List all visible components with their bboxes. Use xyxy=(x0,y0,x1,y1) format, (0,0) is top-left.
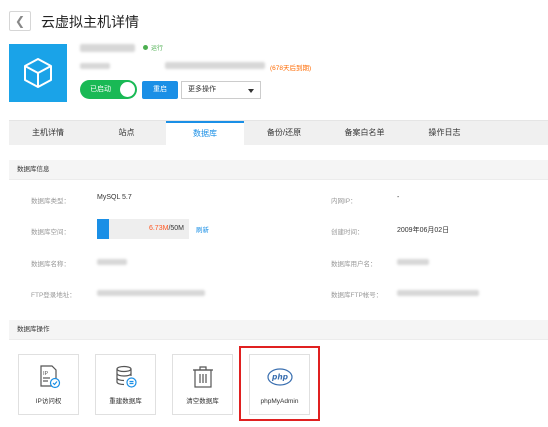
tab-database[interactable]: 数据库 xyxy=(166,121,244,146)
db-info-header: 数据库信息 xyxy=(9,160,548,180)
db-ftp-account-redacted xyxy=(397,290,479,296)
db-type-label: 数据库类型： xyxy=(31,198,70,205)
page-title: 云虚拟主机详情 xyxy=(41,14,139,30)
db-type-value: MySQL 5.7 xyxy=(97,194,132,201)
expiry-text: (678天后到期) xyxy=(270,65,312,72)
rebuild-db-card[interactable]: 重建数据库 xyxy=(95,354,156,415)
db-user-label: 数据库用户名： xyxy=(331,261,377,268)
status-dot xyxy=(143,45,148,50)
trash-icon xyxy=(192,366,213,388)
clear-db-card[interactable]: 清空数据库 xyxy=(172,354,233,415)
database-rebuild-icon xyxy=(115,365,137,388)
svg-text:IP: IP xyxy=(43,371,49,377)
more-actions-label: 更多操作 xyxy=(188,86,216,93)
tab-operation-log[interactable]: 操作日志 xyxy=(405,121,484,146)
tab-filing-whitelist[interactable]: 备案白名单 xyxy=(324,121,405,146)
ip-access-icon: IP xyxy=(39,365,60,389)
ip-access-card[interactable]: IP IP访问权 xyxy=(18,354,79,415)
ftp-address-redacted xyxy=(97,290,205,296)
db-space-usage-bar: 6.73M/50M xyxy=(97,219,189,239)
ftp-address-label: FTP登录地址： xyxy=(31,292,76,299)
clear-db-label: 清空数据库 xyxy=(186,398,219,405)
restart-button[interactable]: 重启 xyxy=(142,81,178,99)
intranet-ip-label: 内网IP： xyxy=(331,198,357,205)
created-time-label: 创建时间： xyxy=(331,229,364,236)
host-info-redacted xyxy=(165,62,265,69)
cube-icon xyxy=(9,44,67,102)
power-toggle[interactable]: 已启动 xyxy=(80,80,137,99)
back-button[interactable]: ❮ xyxy=(9,11,31,31)
intranet-ip-value: - xyxy=(397,194,400,201)
db-name-redacted xyxy=(97,259,127,265)
refresh-link[interactable]: 刷新 xyxy=(196,224,209,234)
db-space-label: 数据库空间： xyxy=(31,229,70,236)
tab-backup-restore[interactable]: 备份/还原 xyxy=(244,121,324,146)
chevron-left-icon: ❮ xyxy=(14,14,26,28)
db-ops-header: 数据库操作 xyxy=(9,320,548,340)
caret-down-icon xyxy=(248,89,254,93)
created-time-value: 2009年06月02日 xyxy=(397,227,450,234)
toggle-label: 已启动 xyxy=(90,86,111,93)
db-name-label: 数据库名称： xyxy=(31,261,70,268)
db-space-usage-text: 6.73M/50M xyxy=(148,225,184,232)
db-user-redacted xyxy=(397,259,429,265)
toggle-knob xyxy=(120,82,135,97)
highlight-box xyxy=(239,346,320,421)
host-info-redacted xyxy=(80,63,110,69)
host-name-redacted xyxy=(80,44,135,52)
tab-bar: 主机详情 站点 数据库 备份/还原 备案白名单 操作日志 xyxy=(9,120,548,146)
rebuild-db-label: 重建数据库 xyxy=(109,398,142,405)
db-space-usage-fill xyxy=(97,219,109,239)
ip-access-label: IP访问权 xyxy=(35,398,62,405)
db-ftp-account-label: 数据库FTP帐号： xyxy=(331,292,383,299)
more-actions-select[interactable]: 更多操作 xyxy=(181,81,261,99)
status-badge: 运行 xyxy=(151,46,164,52)
tab-host-details[interactable]: 主机详情 xyxy=(9,121,87,146)
tab-sites[interactable]: 站点 xyxy=(87,121,166,146)
